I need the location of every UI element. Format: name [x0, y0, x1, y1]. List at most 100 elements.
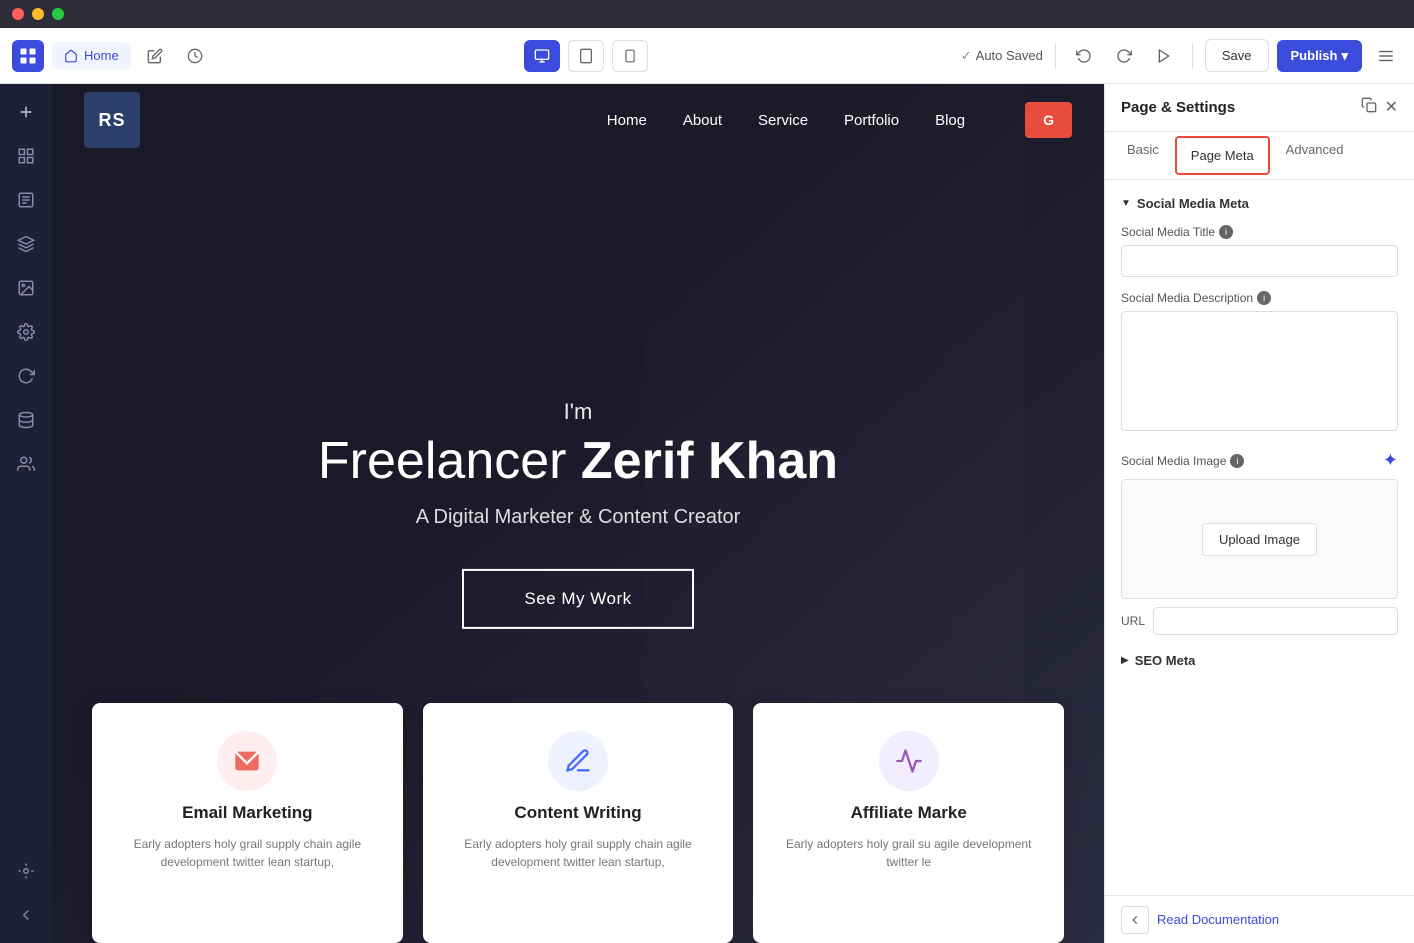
site-nav-links: Home About Service Portfolio Blog: [607, 112, 965, 129]
home-tab[interactable]: Home: [52, 42, 131, 69]
toolbar: Home ✓ Auto Saved: [0, 28, 1414, 84]
close-button[interactable]: [12, 8, 24, 20]
nav-home[interactable]: Home: [607, 112, 647, 129]
minimize-button[interactable]: [32, 8, 44, 20]
left-sidebar: [0, 84, 52, 943]
social-title-input[interactable]: [1121, 245, 1398, 277]
social-media-section-header[interactable]: ▼ Social Media Meta: [1121, 196, 1398, 211]
social-title-info-icon: i: [1219, 225, 1233, 239]
social-media-section-title: Social Media Meta: [1137, 196, 1249, 211]
nav-blog[interactable]: Blog: [935, 112, 965, 129]
sidebar-grid-icon[interactable]: [6, 136, 46, 176]
url-input[interactable]: [1153, 607, 1398, 635]
toolbar-center: [219, 40, 953, 72]
footer-back-button[interactable]: [1121, 906, 1149, 934]
redo-button[interactable]: [1108, 40, 1140, 72]
site-nav: RS Home About Service Portfolio Blog G: [52, 84, 1104, 156]
tablet-device-button[interactable]: [568, 40, 604, 72]
sidebar-settings-icon[interactable]: [6, 312, 46, 352]
social-desc-label: Social Media Description i: [1121, 291, 1398, 305]
seo-section-header[interactable]: ▶ SEO Meta: [1121, 649, 1398, 672]
tab-basic[interactable]: Basic: [1113, 132, 1173, 179]
panel-title: Page & Settings: [1121, 99, 1235, 116]
image-settings-icon[interactable]: ✦: [1383, 450, 1398, 471]
nav-service[interactable]: Service: [758, 112, 808, 129]
nav-portfolio[interactable]: Portfolio: [844, 112, 899, 129]
panel-tabs: Basic Page Meta Advanced: [1105, 132, 1414, 180]
seo-section-title: SEO Meta: [1135, 653, 1196, 668]
sidebar-back-icon[interactable]: [6, 895, 46, 935]
titlebar: [0, 0, 1414, 28]
read-documentation-link[interactable]: Read Documentation: [1157, 912, 1279, 927]
image-upload-area: Upload Image: [1121, 479, 1398, 599]
divider2: [1192, 44, 1193, 68]
save-button[interactable]: Save: [1205, 39, 1269, 72]
hero-description: A Digital Marketer & Content Creator: [278, 506, 878, 529]
website-preview: RS Home About Service Portfolio Blog G I…: [52, 84, 1104, 943]
url-label: URL: [1121, 614, 1145, 628]
desktop-device-button[interactable]: [524, 40, 560, 72]
social-title-label: Social Media Title i: [1121, 225, 1398, 239]
maximize-button[interactable]: [52, 8, 64, 20]
autosaved-status: ✓ Auto Saved: [961, 48, 1043, 64]
card-content-writing: Content Writing Early adopters holy grai…: [423, 703, 734, 943]
sidebar-refresh-icon[interactable]: [6, 356, 46, 396]
nav-about[interactable]: About: [683, 112, 722, 129]
toolbar-right: ✓ Auto Saved Save Publish ▾: [961, 39, 1402, 72]
edit-icon[interactable]: [139, 40, 171, 72]
panel-footer: Read Documentation: [1105, 895, 1414, 943]
history-icon[interactable]: [179, 40, 211, 72]
section-arrow-icon: ▼: [1121, 198, 1131, 209]
panel-content: ▼ Social Media Meta Social Media Title i…: [1105, 180, 1414, 895]
undo-button[interactable]: [1068, 40, 1100, 72]
panel-header-icons: ✕: [1361, 97, 1398, 118]
card-affiliate-text: Early adopters holy grail su agile devel…: [777, 835, 1040, 871]
card-affiliate-title: Affiliate Marke: [851, 803, 967, 823]
sidebar-image-icon[interactable]: [6, 268, 46, 308]
right-panel: Page & Settings ✕ Basic Page Meta Advanc…: [1104, 84, 1414, 943]
upload-image-button[interactable]: Upload Image: [1202, 523, 1317, 556]
check-icon: ✓: [961, 48, 972, 64]
site-logo: RS: [84, 92, 140, 148]
menu-button[interactable]: [1370, 40, 1402, 72]
social-image-info-icon: i: [1230, 454, 1244, 468]
divider: [1055, 44, 1056, 68]
social-desc-textarea[interactable]: [1121, 311, 1398, 431]
sidebar-integration-icon[interactable]: [6, 851, 46, 891]
url-row: URL: [1121, 607, 1398, 635]
main-area: RS Home About Service Portfolio Blog G I…: [0, 84, 1414, 943]
social-image-header: Social Media Image i ✦: [1121, 450, 1398, 471]
card-email-text: Early adopters holy grail supply chain a…: [116, 835, 379, 871]
sidebar-database-icon[interactable]: [6, 400, 46, 440]
sidebar-people-icon[interactable]: [6, 444, 46, 484]
affiliate-icon: [879, 731, 939, 791]
cards-section: Email Marketing Early adopters holy grai…: [52, 703, 1104, 943]
sidebar-layers-icon[interactable]: [6, 224, 46, 264]
tab-page-meta[interactable]: Page Meta: [1175, 136, 1270, 175]
mobile-device-button[interactable]: [612, 40, 648, 72]
hero-title: Freelancer Zerif Khan: [278, 432, 878, 489]
email-marketing-icon: [217, 731, 277, 791]
canvas-area: RS Home About Service Portfolio Blog G I…: [52, 84, 1104, 943]
sidebar-page-icon[interactable]: [6, 180, 46, 220]
preview-button[interactable]: [1148, 40, 1180, 72]
card-email-marketing: Email Marketing Early adopters holy grai…: [92, 703, 403, 943]
sidebar-add-icon[interactable]: [6, 92, 46, 132]
social-image-label: Social Media Image i: [1121, 454, 1244, 468]
social-desc-info-icon: i: [1257, 291, 1271, 305]
tab-advanced[interactable]: Advanced: [1272, 132, 1358, 179]
site-cta[interactable]: G: [1025, 102, 1072, 138]
app-logo: [12, 40, 44, 72]
panel-close-icon[interactable]: ✕: [1385, 97, 1398, 118]
card-content-text: Early adopters holy grail supply chain a…: [447, 835, 710, 871]
seo-arrow-icon: ▶: [1121, 655, 1129, 666]
card-affiliate: Affiliate Marke Early adopters holy grai…: [753, 703, 1064, 943]
toolbar-left: Home: [12, 40, 211, 72]
content-writing-icon: [548, 731, 608, 791]
hero-content: I'm Freelancer Zerif Khan A Digital Mark…: [278, 398, 878, 628]
panel-header: Page & Settings ✕: [1105, 84, 1414, 132]
hero-subtitle: I'm: [278, 398, 878, 424]
panel-copy-icon[interactable]: [1361, 97, 1377, 118]
hero-cta-button[interactable]: See My Work: [462, 569, 693, 629]
publish-button[interactable]: Publish ▾: [1277, 40, 1362, 72]
